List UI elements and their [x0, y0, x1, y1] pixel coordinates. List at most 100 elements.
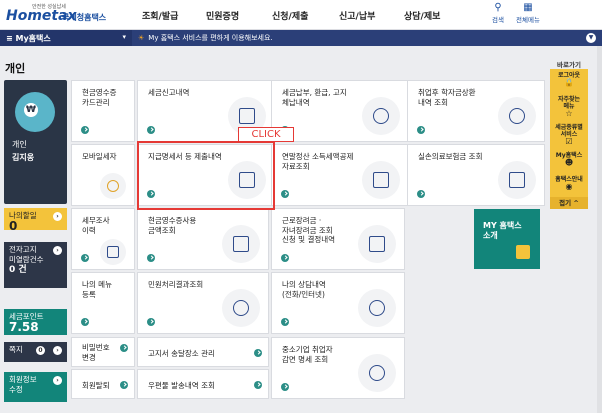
my-hometax-dropdown[interactable]: ≡ My홈택스 ▾ [0, 30, 132, 46]
message-label: 쪽지 [9, 345, 23, 354]
medical-document-icon [498, 161, 536, 199]
tile-label: 우편물 발송내역 조회 [148, 381, 215, 390]
e-notice-card[interactable]: 전자고지 미열람건수 0 건 › [4, 242, 67, 288]
go-arrow-icon [81, 254, 89, 262]
tile-notice-place[interactable]: 고지서 송달장소 관리 [137, 337, 269, 367]
tile-labor-income-incentive[interactable]: 근로장려금 · 자녀장려금 조회 신청 및 결정내역 [271, 208, 405, 270]
profile-card: ₩ 개인 김지웅 [4, 80, 67, 204]
go-arrow-icon [81, 126, 89, 134]
quick-frequent-label: 자주찾는 메뉴 [557, 96, 581, 110]
search-label: 검색 [492, 16, 504, 24]
tile-label: 민원처리결과조회 [148, 280, 204, 289]
won-coin-icon [498, 97, 536, 135]
my-tasks-card[interactable]: 나의할일 0 › [4, 208, 67, 233]
dropdown-arrow-icon: ▾ [122, 33, 126, 41]
nav-inquiry-issue[interactable]: 조회/발급 [142, 9, 178, 22]
signpost-icon [516, 245, 530, 259]
nav-report-pay[interactable]: 신고/납부 [339, 9, 375, 22]
member-info-card[interactable]: 회원정보 수정 › [4, 372, 67, 402]
tile-sme-tax-reduction[interactable]: 중소기업 취업자 감면 명세 조회 [271, 337, 405, 399]
search-person-icon [358, 354, 396, 392]
tile-label: 나의 메뉴 등록 [82, 280, 112, 299]
tile-label: 연말정산 소득세액공제 자료조회 [282, 152, 354, 171]
page-title: 개인 [5, 62, 26, 75]
message-card[interactable]: 쪽지 0 › [4, 342, 67, 362]
tile-cash-usage[interactable]: 현금영수증사용 금액조회 [137, 208, 269, 270]
quick-links-panel: 바로가기 로그아웃 🔒 자주찾는 메뉴 ☆ 세금종류별 서비스 ☑ My홈택스 ☻ 홈택… [550, 59, 588, 209]
quick-hometax-guide[interactable]: 홈택스안내 ◉ [550, 173, 588, 197]
vertical-scrollbar[interactable] [597, 46, 602, 413]
notebook-icon [100, 239, 126, 265]
quick-tax-type-service[interactable]: 세금종류별 서비스 ☑ [550, 121, 588, 149]
profile-role: 개인 [12, 140, 27, 149]
tile-withdraw[interactable]: 회원탈퇴 [71, 369, 135, 399]
full-menu-label: 전체메뉴 [516, 16, 540, 24]
won-icon: ₩ [24, 103, 38, 117]
tile-student-loan[interactable]: 취업후 학자금상환 내역 조회 [407, 80, 545, 142]
tile-medical-insurance[interactable]: 실손의료보험금 조회 [407, 144, 545, 206]
go-arrow-icon [120, 381, 128, 389]
quick-frequent-menu[interactable]: 자주찾는 메뉴 ☆ [550, 93, 588, 121]
tile-tax-audit[interactable]: 세무조사 이력 [71, 208, 135, 270]
my-hometax-bar: ≡ My홈택스 ▾ ☀ My 홈택스 서비스를 편하게 이용해보세요. ▼ [0, 30, 602, 46]
tile-password-change[interactable]: 비밀번호 변경 [71, 337, 135, 367]
tile-civil-result[interactable]: 민원처리결과조회 [137, 272, 269, 334]
list-document-icon [362, 161, 400, 199]
arrow-icon: › [53, 212, 62, 221]
tile-label: 현금영수증 카드관리 [82, 88, 117, 107]
quick-fold-button[interactable]: 접기 ^ [550, 197, 588, 209]
check-circle-icon [222, 289, 260, 327]
lock-icon: 🔒 [564, 78, 574, 87]
won-coin-icon [362, 97, 400, 135]
nav-consult-report[interactable]: 상담/제보 [404, 9, 440, 22]
go-arrow-icon [81, 318, 89, 326]
e-notice-unread-title: 미열람건수 [9, 255, 44, 264]
tile-label: 근로장려금 · 자녀장려금 조회 신청 및 결정내역 [282, 216, 336, 244]
member-info-line2: 수정 [9, 385, 23, 394]
headset-icon [358, 289, 396, 327]
go-arrow-icon [417, 126, 425, 134]
message-count: 0 [36, 346, 45, 355]
receipt-icon [222, 225, 260, 263]
go-arrow-icon [254, 381, 262, 389]
tile-my-menu[interactable]: 나의 메뉴 등록 [71, 272, 135, 334]
full-menu-button[interactable]: ▦ 전체메뉴 [513, 2, 543, 28]
tile-label: 현금영수증사용 금액조회 [148, 216, 197, 235]
go-arrow-icon [147, 126, 155, 134]
tile-label: 실손의료보험금 조회 [418, 152, 483, 161]
my-hometax-intro-label: MY 홈택스 소개 [483, 221, 522, 240]
sun-icon: ☀ [138, 34, 145, 42]
quick-tax-type-label: 세금종류별 서비스 [555, 124, 583, 138]
tile-cash-receipt[interactable]: 현금영수증 카드관리 [71, 80, 135, 142]
tile-mail-history[interactable]: 우편물 발송내역 조회 [137, 369, 269, 399]
arrow-icon: › [53, 376, 62, 385]
tax-points-card[interactable]: 세금포인트 7.58 [4, 309, 67, 335]
tile-label: 세금납부, 환급, 고지 체납내역 [282, 88, 347, 107]
quick-links-title: 바로가기 [557, 61, 581, 69]
tile-consult-history[interactable]: 나의 상담내역 (전화/인터넷) [271, 272, 405, 334]
quick-logout[interactable]: 로그아웃 🔒 [550, 69, 588, 93]
go-arrow-icon [120, 344, 128, 352]
tile-label: 나의 상담내역 (전화/인터넷) [282, 280, 326, 299]
collapse-chevron-icon[interactable]: ▼ [586, 33, 596, 43]
my-tasks-count: 0 [9, 219, 18, 233]
person-icon: ☻ [564, 158, 574, 167]
go-arrow-icon [147, 318, 155, 326]
quick-my-hometax[interactable]: My홈택스 ☻ [550, 149, 588, 173]
hometax-logo[interactable]: 안전한 성실납세 Hometax 국세청홈택스 [4, 3, 114, 27]
tile-mobile-tax[interactable]: 모바일세자 [71, 144, 135, 206]
my-hometax-intro-card[interactable]: MY 홈택스 소개 [474, 209, 540, 269]
click-highlight-box [137, 141, 275, 210]
nav-civil-certificate[interactable]: 민원증명 [206, 9, 239, 22]
tile-label: 회원탈퇴 [82, 381, 110, 390]
search-button[interactable]: ⚲ 검색 [483, 2, 513, 28]
tile-label: 취업후 학자금상환 내역 조회 [418, 88, 476, 107]
go-arrow-icon [281, 318, 289, 326]
nav-apply-submit[interactable]: 신청/제출 [272, 9, 308, 22]
tile-year-end-settlement[interactable]: 연말정산 소득세액공제 자료조회 [271, 144, 409, 206]
quick-links-list: 로그아웃 🔒 자주찾는 메뉴 ☆ 세금종류별 서비스 ☑ My홈택스 ☻ 홈택스안내 ◉ … [550, 69, 588, 209]
checkbox-icon: ☑ [565, 137, 573, 146]
profile-name: 김지웅 [12, 153, 35, 162]
notice-text: ☀ My 홈택스 서비스를 편하게 이용해보세요. [138, 33, 273, 43]
tile-label: 중소기업 취업자 감면 명세 조회 [282, 345, 333, 364]
